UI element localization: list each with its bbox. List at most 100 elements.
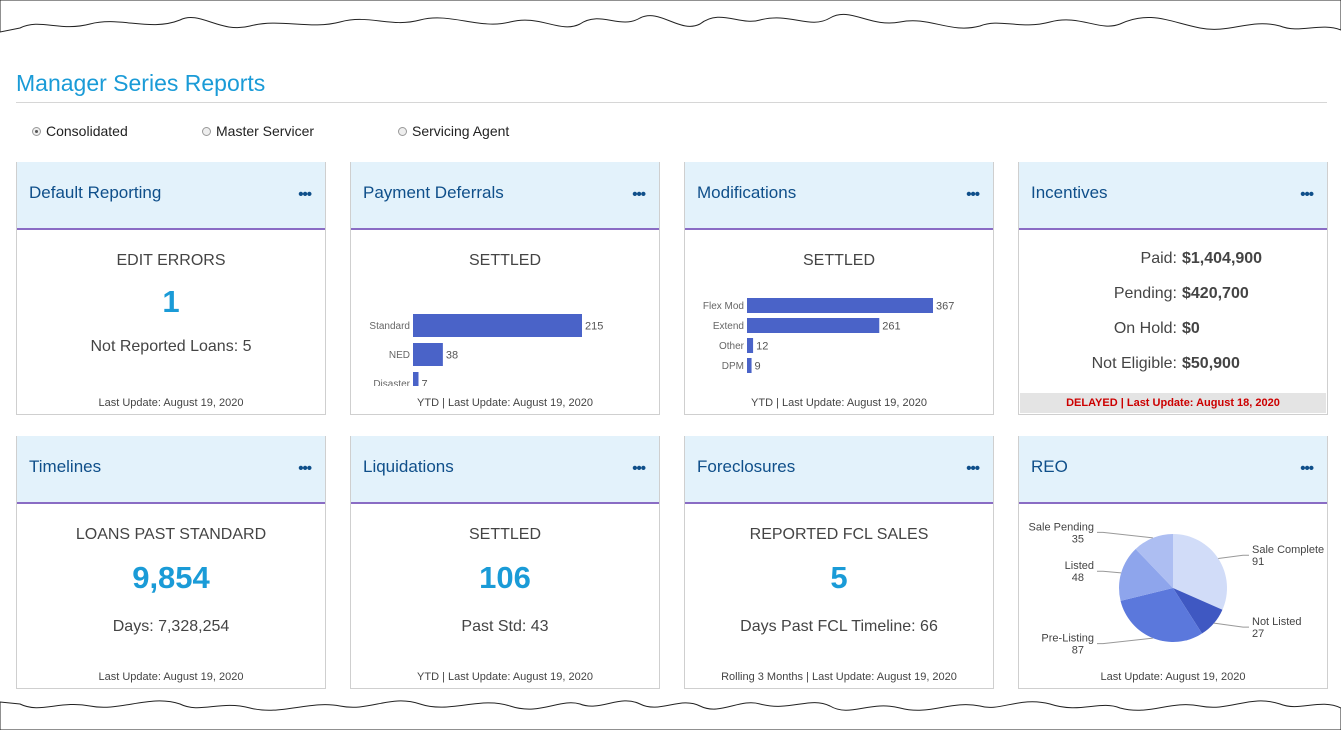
card-liquidations: Liquidations ••• SETTLED 106 Past Std: 4… <box>350 436 660 689</box>
radio-label: Consolidated <box>46 123 128 139</box>
bar-value-label: 7 <box>422 379 428 387</box>
card-default-reporting: Default Reporting ••• EDIT ERRORS 1 Not … <box>16 162 326 415</box>
metric-detail: Past Std: 43 <box>461 618 549 635</box>
bar <box>747 358 752 373</box>
bar <box>747 338 754 353</box>
pie-value-label: 48 <box>1072 572 1084 584</box>
incentive-value[interactable]: $50,900 <box>1182 355 1240 373</box>
pie-category-label: Listed <box>1065 560 1094 572</box>
last-update: Last Update: August 19, 2020 <box>98 397 244 409</box>
pie-value-label: 35 <box>1072 533 1084 545</box>
more-options-icon[interactable]: ••• <box>966 186 980 203</box>
card-title[interactable]: Liquidations <box>363 457 454 477</box>
last-update: Last Update: August 19, 2020 <box>1100 671 1246 683</box>
incentive-value[interactable]: $1,404,900 <box>1182 250 1262 268</box>
metric-detail: Not Reported Loans: 5 <box>90 338 252 355</box>
card-title[interactable]: Payment Deferrals <box>363 183 504 203</box>
pie-leader-line <box>1097 570 1122 574</box>
pie-leader-line <box>1213 622 1249 628</box>
card-title[interactable]: Incentives <box>1031 183 1108 203</box>
pie-value-label: 27 <box>1252 628 1264 640</box>
metric-label: SETTLED <box>468 252 541 269</box>
card-header: Timelines ••• <box>17 436 325 504</box>
more-options-icon[interactable]: ••• <box>632 186 646 203</box>
delayed-status: DELAYED | Last Update: August 18, 2020 <box>1020 393 1326 413</box>
incentive-label: On Hold: <box>1113 320 1177 337</box>
pie-value-label: 91 <box>1252 556 1264 568</box>
card-body: SETTLED Flex Mod 367 Extend 261 Other 12 DPM 9 … <box>685 230 993 414</box>
last-update: YTD | Last Update: August 19, 2020 <box>417 671 593 683</box>
metric-value[interactable]: 9,854 <box>17 560 325 596</box>
title-divider <box>16 102 1327 103</box>
bar-category-label: DPM <box>722 361 744 372</box>
incentive-label: Pending: <box>1113 285 1177 302</box>
card-header: Foreclosures ••• <box>685 436 993 504</box>
card-body: REPORTED FCL SALES 5 Days Past FCL Timel… <box>685 504 993 688</box>
radio-consolidated[interactable]: Consolidated <box>32 123 128 139</box>
page-title: Manager Series Reports <box>16 70 266 96</box>
incentive-value[interactable]: $420,700 <box>1182 285 1249 303</box>
bar <box>413 372 419 386</box>
radio-label: Master Servicer <box>216 123 315 139</box>
radio-label: Servicing Agent <box>412 123 510 139</box>
card-foreclosures: Foreclosures ••• REPORTED FCL SALES 5 Da… <box>684 436 994 689</box>
card-title[interactable]: Timelines <box>29 457 101 477</box>
metric-value[interactable]: 1 <box>17 284 325 320</box>
radio-servicing-agent[interactable]: Servicing Agent <box>398 123 509 139</box>
more-options-icon[interactable]: ••• <box>298 186 312 203</box>
card-payment-deferrals: Payment Deferrals ••• SETTLED Standard 21… <box>350 162 660 415</box>
incentive-value[interactable]: $0 <box>1182 320 1200 338</box>
bar-value-label: 367 <box>936 301 954 313</box>
card-incentives: Incentives ••• Paid: $1,404,900 Pending:… <box>1018 162 1328 415</box>
more-options-icon[interactable]: ••• <box>1300 460 1314 477</box>
bar <box>747 298 933 313</box>
card-header: Payment Deferrals ••• <box>351 162 659 230</box>
metric-value[interactable]: 5 <box>685 560 993 596</box>
more-options-icon[interactable]: ••• <box>1300 186 1314 203</box>
card-title[interactable]: REO <box>1031 457 1068 477</box>
pie-value-label: 87 <box>1072 645 1084 657</box>
card-title[interactable]: Foreclosures <box>697 457 795 477</box>
metric-value[interactable]: 106 <box>351 560 659 596</box>
metric-detail: Days: 7,328,254 <box>112 618 230 635</box>
bar-category-label: Other <box>719 341 745 352</box>
torn-edge-bottom <box>0 700 1341 730</box>
more-options-icon[interactable]: ••• <box>298 460 312 477</box>
metric-label: SETTLED <box>802 252 875 269</box>
radio-unselected-icon[interactable] <box>398 126 407 136</box>
card-title[interactable]: Modifications <box>697 183 796 203</box>
radio-unselected-icon[interactable] <box>202 126 211 136</box>
card-modifications: Modifications ••• SETTLED Flex Mod 367 Ext… <box>684 162 994 415</box>
radio-selected-icon[interactable] <box>32 126 41 136</box>
last-update: YTD | Last Update: August 19, 2020 <box>751 397 927 409</box>
payment-deferrals-bar-chart: Standard 215 NED 38 Disaster 7 <box>369 314 603 387</box>
torn-edge-top <box>0 0 1341 33</box>
more-options-icon[interactable]: ••• <box>966 460 980 477</box>
pie-category-label: Sale Pending <box>1029 521 1094 533</box>
bar-value-label: 12 <box>756 341 768 353</box>
bar <box>747 318 880 333</box>
card-reo: REO ••• Sale Complete 91 Not Listed 27 Pre-L… <box>1018 436 1328 689</box>
metric-detail: Days Past FCL Timeline: 66 <box>740 618 938 635</box>
incentive-label: Not Eligible: <box>1091 355 1177 372</box>
card-body: Paid: $1,404,900 Pending: $420,700 On Ho… <box>1019 230 1327 414</box>
card-body: SETTLED 106 Past Std: 43 YTD | Last Upda… <box>351 504 659 688</box>
card-header: Liquidations ••• <box>351 436 659 504</box>
bar-value-label: 38 <box>446 350 458 362</box>
card-title[interactable]: Default Reporting <box>29 183 161 203</box>
radio-master-servicer[interactable]: Master Servicer <box>202 123 314 139</box>
pie-leader-line <box>1097 637 1153 645</box>
card-header: Default Reporting ••• <box>17 162 325 230</box>
last-update: Last Update: August 19, 2020 <box>98 671 244 683</box>
incentive-label: Paid: <box>1140 250 1177 267</box>
pie-leader-line <box>1218 554 1249 559</box>
last-update: YTD | Last Update: August 19, 2020 <box>417 397 593 409</box>
pie-leader-line <box>1097 531 1153 539</box>
bar-value-label: 261 <box>882 321 900 333</box>
card-header: Incentives ••• <box>1019 162 1327 230</box>
bar-category-label: NED <box>389 350 410 361</box>
bar-category-label: Disaster <box>373 379 410 386</box>
more-options-icon[interactable]: ••• <box>632 460 646 477</box>
bar-value-label: 9 <box>755 361 761 373</box>
pie-category-label: Sale Complete <box>1252 544 1324 556</box>
